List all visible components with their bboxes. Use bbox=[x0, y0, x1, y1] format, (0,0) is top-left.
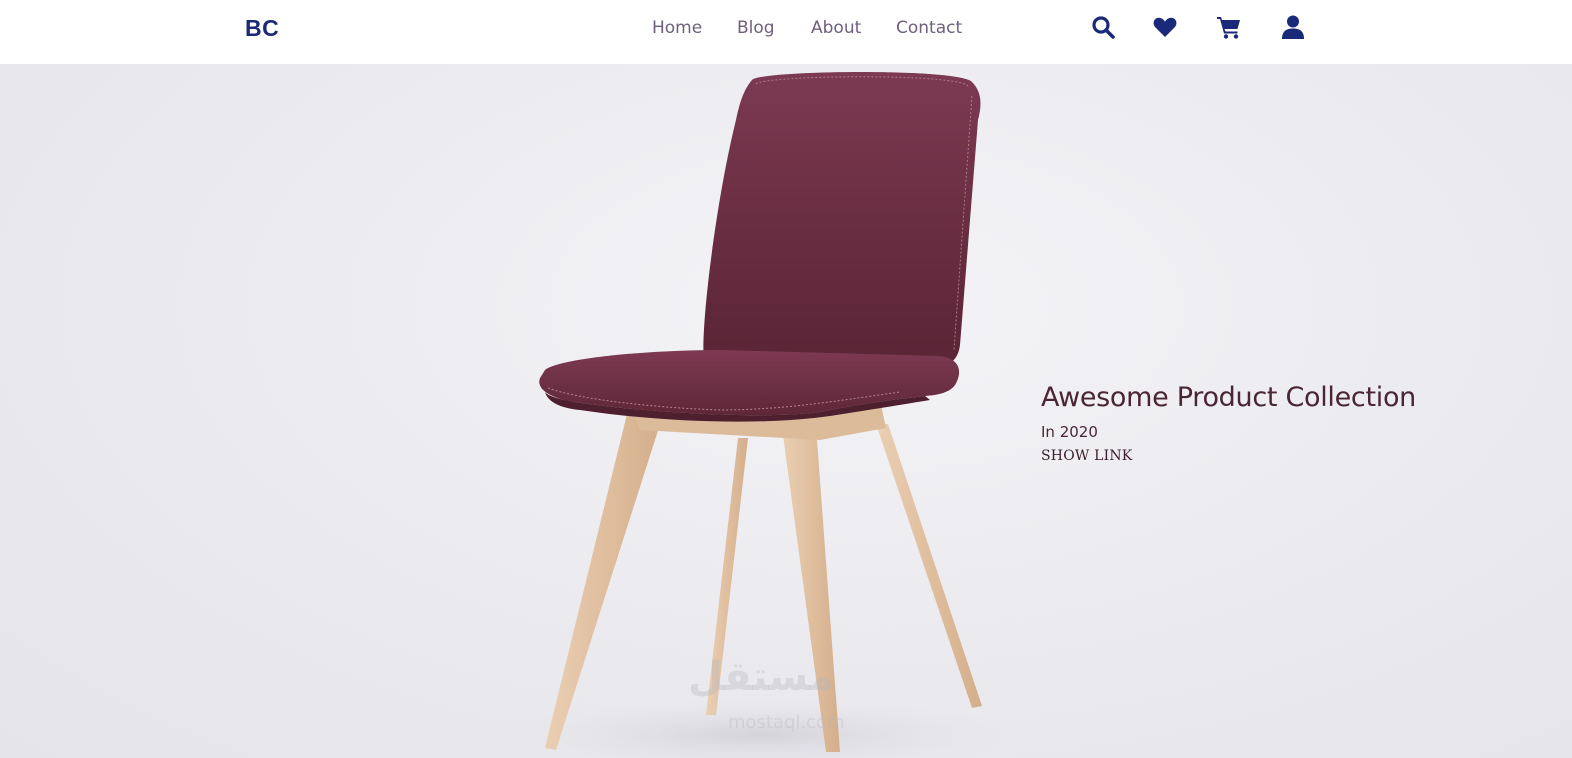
nav-link-home[interactable]: Home bbox=[652, 18, 702, 38]
hero-subtitle: In 2020 bbox=[1041, 423, 1098, 441]
top-navbar: BC Home Blog About Contact bbox=[0, 0, 1572, 64]
nav-link-blog[interactable]: Blog bbox=[737, 18, 775, 38]
search-icon[interactable] bbox=[1090, 14, 1116, 40]
show-link-button[interactable]: SHOW LINK bbox=[1041, 448, 1132, 464]
user-icon[interactable] bbox=[1280, 14, 1306, 40]
nav-link-about[interactable]: About bbox=[811, 18, 861, 38]
hero-title: Awesome Product Collection bbox=[1041, 382, 1416, 413]
nav-link-contact[interactable]: Contact bbox=[896, 18, 962, 38]
brand-logo[interactable]: BC bbox=[245, 15, 279, 42]
hero-text-block: Awesome Product Collection In 2020 SHOW … bbox=[1041, 382, 1416, 465]
cart-icon[interactable] bbox=[1216, 14, 1242, 40]
watermark-logo: مستقل bbox=[688, 654, 835, 700]
heart-icon[interactable] bbox=[1152, 14, 1178, 40]
watermark-logo-sub: mostaql.com bbox=[728, 712, 845, 733]
hero-banner: مستقل mostaql.com Awesome Product Collec… bbox=[0, 64, 1572, 758]
